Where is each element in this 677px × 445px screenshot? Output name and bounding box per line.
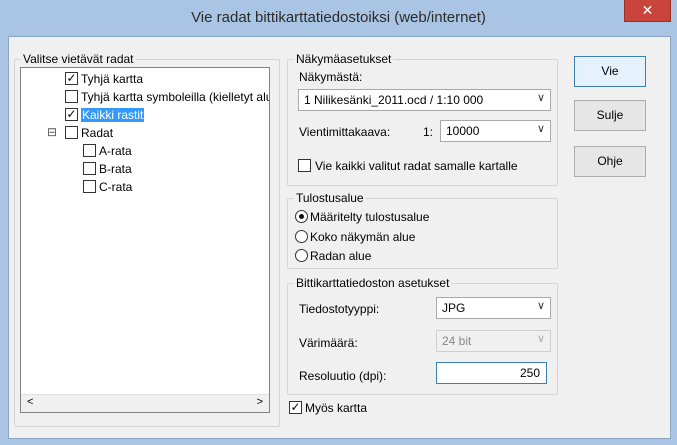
filetype-label: Tiedostotyyppi: bbox=[299, 302, 380, 316]
checkbox-a-rata[interactable] bbox=[83, 144, 96, 157]
radio-whole-view[interactable] bbox=[295, 230, 308, 243]
help-button[interactable]: Ohje bbox=[574, 146, 646, 177]
filetype-select[interactable]: JPG ∨ bbox=[436, 297, 551, 319]
radio-defined-area-label: Määritelty tulostusalue bbox=[310, 210, 430, 224]
check-icon: ✓ bbox=[66, 107, 77, 121]
resolution-value: 250 bbox=[519, 366, 540, 380]
export-button[interactable]: Vie bbox=[574, 56, 646, 87]
scale-combo[interactable]: 10000 ∨ bbox=[440, 120, 551, 142]
window-title: Vie radat bittikarttatiedostoiksi (web/i… bbox=[191, 9, 486, 26]
scale-label: Vientimittakaava: bbox=[299, 125, 391, 139]
chevron-down-icon: ∨ bbox=[536, 123, 545, 135]
view-settings-title: Näkymäasetukset bbox=[294, 52, 394, 66]
also-map-label: Myös kartta bbox=[305, 401, 368, 415]
tree-item-label: A-rata bbox=[99, 144, 132, 158]
resolution-input[interactable]: 250 bbox=[436, 362, 547, 384]
chevron-down-icon: ∨ bbox=[536, 300, 545, 312]
from-view-label: Näkymästä: bbox=[299, 70, 363, 84]
check-icon: ✓ bbox=[66, 71, 77, 85]
tree-item-label: Tyhjä kartta bbox=[81, 72, 144, 86]
filetype-value: JPG bbox=[442, 301, 466, 315]
radio-course-area[interactable] bbox=[295, 249, 308, 262]
same-map-label: Vie kaikki valitut radat samalle kartall… bbox=[315, 159, 518, 173]
chevron-down-icon: ∨ bbox=[536, 92, 545, 104]
scroll-right-icon[interactable]: > bbox=[257, 396, 263, 408]
collapse-icon[interactable]: ⊟ bbox=[47, 125, 57, 139]
tree-item-label: C-rata bbox=[99, 180, 133, 194]
colors-value: 24 bit bbox=[442, 334, 472, 348]
radio-defined-area[interactable] bbox=[295, 210, 308, 223]
checkbox-courses[interactable] bbox=[65, 126, 78, 139]
checkbox-empty-map-symbols[interactable] bbox=[65, 90, 78, 103]
scroll-left-icon[interactable]: < bbox=[27, 396, 33, 408]
radio-course-area-label: Radan alue bbox=[310, 249, 372, 263]
tree-item-label: B-rata bbox=[99, 162, 132, 176]
close-glyph: ✕ bbox=[641, 2, 654, 18]
title-bar: Vie radat bittikarttatiedostoiksi (web/i… bbox=[0, 0, 677, 36]
checkbox-all-controls[interactable]: ✓ bbox=[65, 108, 78, 121]
tree-item-label: Tyhjä kartta symboleilla (kielletyt alu bbox=[81, 90, 270, 104]
checkbox-empty-map[interactable]: ✓ bbox=[65, 72, 78, 85]
bitmap-settings-title: Bittikarttatiedoston asetukset bbox=[294, 276, 452, 290]
output-area-title: Tulostusalue bbox=[294, 191, 366, 205]
radio-whole-view-label: Koko näkymän alue bbox=[310, 230, 416, 244]
checkbox-c-rata[interactable] bbox=[83, 180, 96, 193]
view-select-value: 1 Nilikesänki_2011.ocd / 1:10 000 bbox=[304, 93, 484, 107]
course-tree[interactable]: ✓ Tyhjä kartta Tyhjä kartta symboleilla … bbox=[20, 67, 270, 413]
scale-value: 10000 bbox=[446, 124, 480, 138]
chevron-down-icon: ∨ bbox=[536, 333, 545, 345]
also-map-checkbox[interactable]: ✓ bbox=[289, 401, 302, 414]
horizontal-scrollbar[interactable]: < > bbox=[21, 394, 269, 412]
checkbox-b-rata[interactable] bbox=[83, 162, 96, 175]
course-selection-group-title: Valitse vietävät radat bbox=[21, 52, 136, 66]
resolution-label: Resoluutio (dpi): bbox=[299, 369, 387, 383]
tree-item-label: Kaikki rastit bbox=[81, 108, 145, 122]
colors-select: 24 bit ∨ bbox=[436, 330, 551, 352]
colors-label: Värimäärä: bbox=[299, 336, 358, 350]
view-select[interactable]: 1 Nilikesänki_2011.ocd / 1:10 000 ∨ bbox=[298, 89, 551, 111]
close-button[interactable]: Sulje bbox=[574, 100, 646, 131]
same-map-checkbox[interactable] bbox=[298, 159, 311, 172]
close-window-button[interactable]: ✓✕ bbox=[624, 0, 671, 22]
scale-prefix: 1: bbox=[423, 125, 434, 139]
tree-item-label: Radat bbox=[81, 126, 114, 140]
check-icon: ✓ bbox=[290, 400, 301, 414]
